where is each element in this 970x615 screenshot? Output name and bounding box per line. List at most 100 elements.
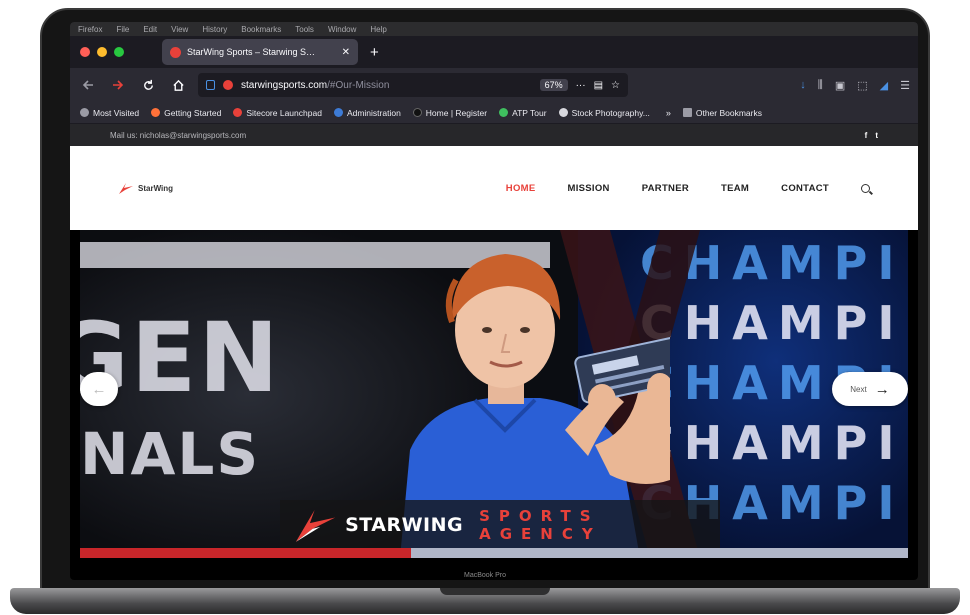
- site-header: StarWing HOME MISSION PARTNER TEAM CONTA…: [70, 146, 918, 230]
- nav-contact[interactable]: CONTACT: [781, 183, 829, 194]
- bookmark-label: Administration: [346, 107, 401, 118]
- site-top-info-bar: Mail us: nicholas@starwingsports.com f t: [70, 124, 918, 146]
- menu-item[interactable]: Edit: [143, 25, 157, 34]
- bookmark-item[interactable]: Getting Started: [151, 108, 221, 118]
- laptop-frame: Firefox File Edit View History Bookmarks…: [0, 0, 970, 615]
- close-window-button[interactable]: [80, 47, 90, 57]
- toolbar-extensions: ↓ ⫼ ▣ ⬚ ◢ ☰: [800, 79, 910, 92]
- account-icon[interactable]: ◢: [880, 79, 888, 92]
- browser-toolbar: starwingsports.com/#Our-Mission 67% ··· …: [70, 68, 918, 102]
- laptop-screen: Firefox File Edit View History Bookmarks…: [70, 22, 918, 580]
- bookmark-favicon-icon: [233, 108, 243, 117]
- nav-partner[interactable]: PARTNER: [642, 183, 689, 194]
- menu-item[interactable]: Window: [328, 25, 356, 34]
- browser-tab-strip: StarWing Sports – Starwing S… ✕ +: [70, 36, 918, 68]
- twitter-icon[interactable]: t: [875, 131, 878, 140]
- laptop-base: [10, 588, 960, 614]
- menu-icon[interactable]: ☰: [900, 79, 910, 92]
- bookmark-favicon-icon: [333, 108, 343, 117]
- starwing-logo-icon: [295, 510, 336, 542]
- bookmarks-toolbar: Most Visited Getting Started Sitecore La…: [70, 102, 918, 124]
- bookmark-favicon-icon: [151, 108, 161, 117]
- menu-item[interactable]: View: [171, 25, 188, 34]
- facebook-icon[interactable]: f: [865, 131, 868, 140]
- bookmark-label: ATP Tour: [512, 107, 547, 118]
- nav-mission[interactable]: MISSION: [567, 183, 609, 194]
- hero-brand-banner: STARWING SPORTS AGENCY: [280, 500, 720, 550]
- shield-icon[interactable]: [206, 80, 215, 90]
- contact-email[interactable]: Mail us: nicholas@starwingsports.com: [110, 131, 246, 140]
- other-bookmarks-label: Other Bookmarks: [695, 107, 762, 118]
- bookmark-item[interactable]: Most Visited: [80, 108, 139, 118]
- reader-view-icon[interactable]: ▤: [594, 80, 603, 91]
- hero-slider: GEN NALS CHAMPI CHAMPI CHAMPI CHAMPI CHA…: [80, 230, 908, 558]
- slider-next-label: Next: [850, 384, 867, 394]
- url-domain: starwingsports.com: [241, 79, 328, 91]
- bookmark-favicon-icon: [558, 108, 568, 117]
- page-actions-menu-icon[interactable]: ···: [576, 80, 586, 91]
- search-icon[interactable]: [861, 183, 870, 193]
- menu-item[interactable]: File: [116, 25, 129, 34]
- star-logo-icon: [119, 182, 133, 194]
- home-icon[interactable]: [168, 75, 188, 95]
- url-text[interactable]: starwingsports.com/#Our-Mission: [241, 80, 532, 91]
- library-icon[interactable]: ⫼: [818, 79, 823, 92]
- bookmark-label: Home | Register: [425, 107, 488, 118]
- sidebar-icon[interactable]: ▣: [835, 79, 845, 92]
- bookmark-item[interactable]: Sitecore Launchpad: [233, 108, 322, 118]
- nav-home[interactable]: HOME: [506, 183, 536, 194]
- new-tab-button[interactable]: +: [370, 44, 379, 61]
- url-actions: ··· ▤ ☆: [576, 80, 620, 91]
- reload-icon[interactable]: [138, 75, 158, 95]
- menu-item[interactable]: History: [202, 25, 227, 34]
- bookmark-label: Most Visited: [93, 107, 140, 118]
- other-bookmarks[interactable]: Other Bookmarks: [682, 107, 762, 118]
- browser-tab-active[interactable]: StarWing Sports – Starwing S… ✕: [162, 39, 358, 65]
- slider-next-button[interactable]: Next →: [832, 372, 908, 406]
- window-controls: [70, 47, 162, 57]
- arrow-left-icon: ←: [91, 380, 107, 398]
- slider-prev-button[interactable]: ←: [80, 372, 118, 406]
- laptop-notch: [440, 588, 550, 595]
- menu-item[interactable]: Firefox: [78, 25, 102, 34]
- extension-icon[interactable]: ⬚: [857, 79, 867, 92]
- site-favicon-icon: [170, 46, 181, 58]
- bookmark-item[interactable]: Administration: [333, 107, 401, 118]
- menu-item[interactable]: Tools: [295, 25, 314, 34]
- minimize-window-button[interactable]: [97, 47, 107, 57]
- site-main-nav: HOME MISSION PARTNER TEAM CONTACT: [506, 183, 870, 194]
- zoom-window-button[interactable]: [114, 47, 124, 57]
- bookmark-favicon-icon: [412, 108, 422, 117]
- back-arrow-icon[interactable]: [78, 75, 98, 95]
- bookmark-item[interactable]: ATP Tour: [499, 108, 547, 118]
- bookmark-star-icon[interactable]: ☆: [611, 80, 620, 91]
- bookmark-label: Stock Photography...: [571, 107, 650, 118]
- bookmark-label: Getting Started: [164, 107, 222, 118]
- banner-tagline: SPORTS AGENCY: [479, 507, 602, 543]
- nav-team[interactable]: TEAM: [721, 183, 749, 194]
- tab-title: StarWing Sports – Starwing S…: [187, 47, 316, 57]
- hero-bottom-strip: [80, 548, 908, 558]
- address-bar[interactable]: starwingsports.com/#Our-Mission 67% ··· …: [198, 73, 628, 97]
- macos-menu-bar: Firefox File Edit View History Bookmarks…: [70, 22, 918, 36]
- bookmarks-overflow-icon[interactable]: »: [666, 108, 671, 118]
- site-logo[interactable]: StarWing: [118, 182, 173, 195]
- download-icon[interactable]: ↓: [800, 79, 806, 91]
- zoom-level-badge[interactable]: 67%: [539, 79, 568, 91]
- device-brand-label: MacBook Pro: [463, 572, 507, 579]
- site-identity-icon[interactable]: [223, 80, 233, 90]
- bookmark-label: Sitecore Launchpad: [246, 107, 322, 118]
- arrow-right-icon: →: [874, 380, 890, 398]
- url-path: /#Our-Mission: [327, 79, 390, 91]
- banner-brand-name: STARWING: [345, 514, 464, 536]
- bookmark-favicon-icon: [80, 108, 89, 117]
- bookmark-item[interactable]: Stock Photography...: [558, 107, 650, 118]
- close-tab-icon[interactable]: ✕: [342, 47, 350, 58]
- folder-icon: [682, 108, 692, 117]
- social-links: f t: [865, 131, 878, 140]
- bookmark-favicon-icon: [499, 108, 509, 117]
- forward-arrow-icon[interactable]: [108, 75, 128, 95]
- bookmark-item[interactable]: Home | Register: [412, 107, 488, 118]
- menu-item[interactable]: Bookmarks: [241, 25, 281, 34]
- menu-item[interactable]: Help: [370, 25, 386, 34]
